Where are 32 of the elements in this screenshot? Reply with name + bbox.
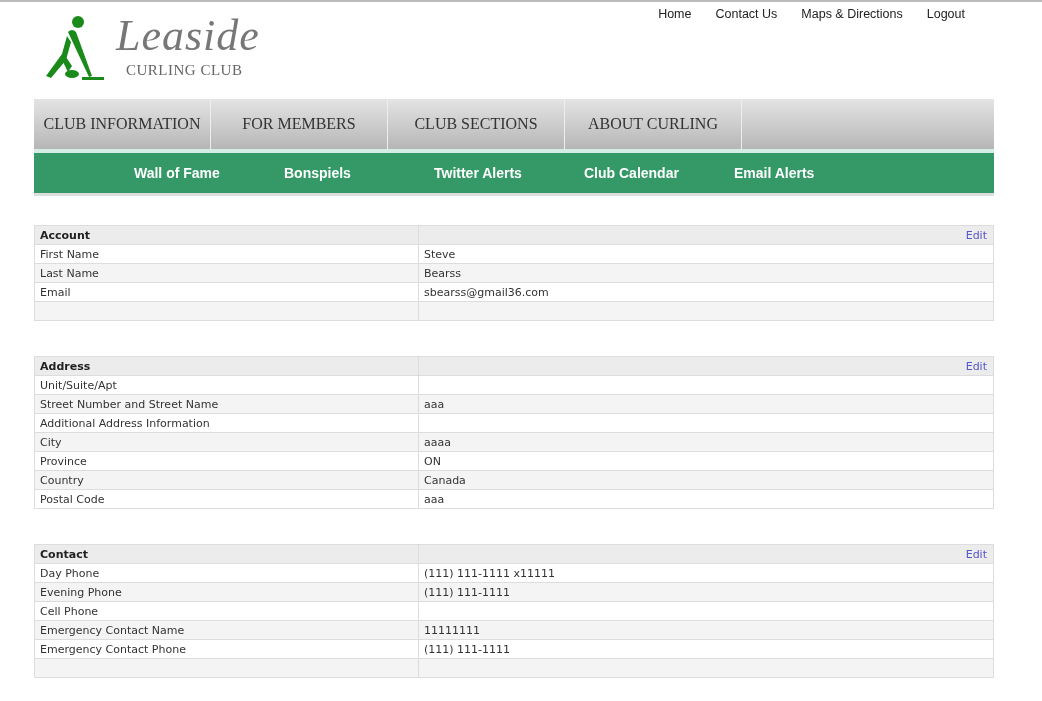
field-value: sbearss@gmail36.com [418, 282, 994, 302]
top-link[interactable]: Maps & Directions [801, 7, 903, 27]
field-value: (111) 111-1111 x11111 [418, 563, 994, 583]
sub-nav-item[interactable]: Club Calendar [584, 153, 734, 193]
field-label: Emergency Contact Phone [34, 639, 419, 659]
field-value: (111) 111-1111 [418, 639, 994, 659]
logo-subtitle: CURLING CLUB [126, 62, 244, 79]
field-label: Postal Code [34, 489, 419, 509]
sub-nav-item[interactable]: Bonspiels [284, 153, 434, 193]
sub-nav-item[interactable]: Twitter Alerts [434, 153, 584, 193]
section-title: Address [40, 359, 91, 373]
field-label: Additional Address Information [34, 413, 419, 433]
section-title: Account [40, 228, 91, 242]
top-link[interactable]: Contact Us [715, 7, 778, 27]
edit-link[interactable]: Edit [965, 547, 987, 561]
edit-link[interactable]: Edit [965, 359, 987, 373]
field-value: aaa [418, 489, 994, 509]
field-value: ON [418, 451, 994, 471]
logo-title: Leaside [116, 12, 260, 60]
field-label: Day Phone [34, 563, 419, 583]
sub-nav-item[interactable]: Wall of Fame [134, 153, 284, 193]
section-title: Contact [40, 547, 88, 561]
sub-nav-item[interactable]: Email Alerts [734, 153, 884, 193]
field-label: Email [34, 282, 419, 302]
field-label: Cell Phone [34, 601, 419, 621]
top-link[interactable]: Logout [926, 7, 965, 27]
edit-link[interactable]: Edit [965, 228, 987, 242]
field-label: Unit/Suite/Apt [34, 375, 419, 395]
field-label: Province [34, 451, 419, 471]
field-value: Steve [418, 244, 994, 264]
field-label: First Name [34, 244, 419, 264]
top-link[interactable]: Home [658, 7, 692, 27]
